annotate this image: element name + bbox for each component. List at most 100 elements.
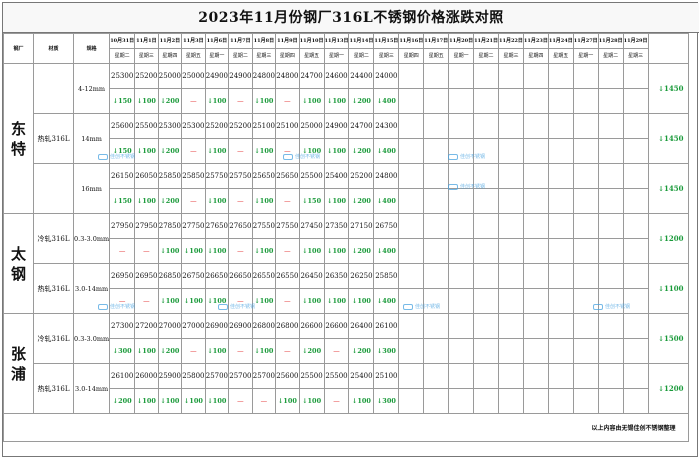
change-cell: —	[275, 238, 300, 264]
price-cell: 26650	[228, 263, 253, 289]
price-cell: 25750	[228, 163, 253, 189]
price-cell: 26900	[204, 313, 230, 339]
change-cell	[423, 188, 450, 214]
header-mill: 钢厂	[3, 33, 34, 64]
spec-cell: 3.0-14mm	[72, 363, 111, 414]
header-weekday: 星期二	[228, 48, 253, 64]
change-cell	[597, 138, 624, 164]
change-cell: —	[275, 288, 300, 314]
change-cell: ↓100	[204, 388, 230, 414]
price-cell: 26800	[275, 313, 300, 339]
header-date: 11月9日	[275, 33, 300, 49]
price-cell	[398, 363, 425, 389]
price-cell	[572, 163, 599, 189]
watermark-logo: 佳创不锈钢	[448, 153, 485, 160]
change-cell: —	[109, 238, 136, 264]
price-cell: 25700	[204, 363, 230, 389]
price-cell	[522, 363, 549, 389]
price-cell: 25850	[157, 163, 183, 189]
change-cell	[498, 338, 524, 364]
watermark-logo: 佳创不锈钢	[218, 303, 255, 310]
price-cell	[597, 263, 624, 289]
change-cell: —	[275, 88, 300, 114]
price-cell: 24800	[275, 63, 300, 89]
price-cell: 25650	[251, 163, 277, 189]
change-cell: ↓100	[323, 88, 350, 114]
price-cell: 26000	[134, 363, 159, 389]
spec-cell: 4-12mm	[72, 63, 111, 114]
change-cell	[498, 238, 524, 264]
price-cell: 24900	[204, 63, 230, 89]
price-cell: 24800	[251, 63, 277, 89]
change-cell	[547, 238, 574, 264]
header-weekday: 星期四	[398, 48, 425, 64]
change-cell	[423, 388, 450, 414]
change-cell	[522, 88, 549, 114]
material-cell: 热轧316L	[33, 263, 74, 314]
price-cell: 27650	[228, 213, 253, 239]
change-cell: ↓300	[373, 388, 400, 414]
price-cell	[522, 113, 549, 139]
change-cell	[473, 338, 499, 364]
change-cell	[423, 238, 450, 264]
change-cell	[522, 138, 549, 164]
material-cell: 冷轧316L	[33, 213, 74, 264]
price-cell	[572, 63, 599, 89]
price-cell	[597, 363, 624, 389]
change-cell	[572, 338, 599, 364]
price-cell: 26750	[373, 213, 400, 239]
change-cell: ↓400	[373, 138, 400, 164]
price-cell: 25650	[275, 163, 300, 189]
change-cell	[448, 238, 475, 264]
price-cell	[522, 213, 549, 239]
price-cell: 26800	[251, 313, 277, 339]
header-date: 11月20日	[448, 33, 475, 49]
price-cell	[448, 63, 475, 89]
price-cell	[423, 163, 450, 189]
header-weekday: 星期二	[473, 48, 499, 64]
price-cell: 27150	[348, 213, 375, 239]
change-cell: ↓100	[251, 138, 277, 164]
header-weekday: 星期三	[498, 48, 524, 64]
change-cell	[572, 388, 599, 414]
price-cell: 26600	[323, 313, 350, 339]
change-cell	[572, 88, 599, 114]
change-cell: ↓100	[251, 188, 277, 214]
price-cell	[398, 213, 425, 239]
change-cell	[398, 138, 425, 164]
change-cell	[572, 238, 599, 264]
price-cell: 26750	[181, 263, 206, 289]
change-cell: ↓100	[134, 388, 159, 414]
price-cell	[473, 313, 499, 339]
change-cell: ↓100	[251, 338, 277, 364]
header-weekday: 星期四	[157, 48, 183, 64]
material-cell: 热轧316L	[33, 113, 74, 164]
price-cell	[473, 63, 499, 89]
change-cell: ↓100	[323, 138, 350, 164]
price-cell: 26400	[348, 313, 375, 339]
price-cell	[522, 263, 549, 289]
price-cell: 27750	[181, 213, 206, 239]
price-cell	[547, 213, 574, 239]
change-cell: ↓100	[134, 188, 159, 214]
watermark-logo: 佳创不锈钢	[98, 303, 135, 310]
price-cell	[622, 63, 649, 89]
price-cell: 24700	[348, 113, 375, 139]
price-cell: 25000	[298, 113, 325, 139]
price-cell	[572, 213, 599, 239]
change-cell: —	[323, 388, 350, 414]
price-cell: 27200	[134, 313, 159, 339]
mill-name: 东特	[3, 63, 34, 214]
change-cell	[398, 88, 425, 114]
header-weekday: 星期三	[622, 48, 649, 64]
spec-cell: 0.3-3.0mm	[72, 213, 111, 264]
price-cell	[398, 163, 425, 189]
change-cell: ↓100	[157, 238, 183, 264]
change-cell: —	[228, 88, 253, 114]
price-cell: 27950	[109, 213, 136, 239]
change-cell: ↓200	[157, 88, 183, 114]
price-cell	[547, 113, 574, 139]
change-cell: ↓200	[157, 338, 183, 364]
net-change-cell: ↓1200	[647, 363, 689, 414]
price-cell: 25500	[298, 163, 325, 189]
